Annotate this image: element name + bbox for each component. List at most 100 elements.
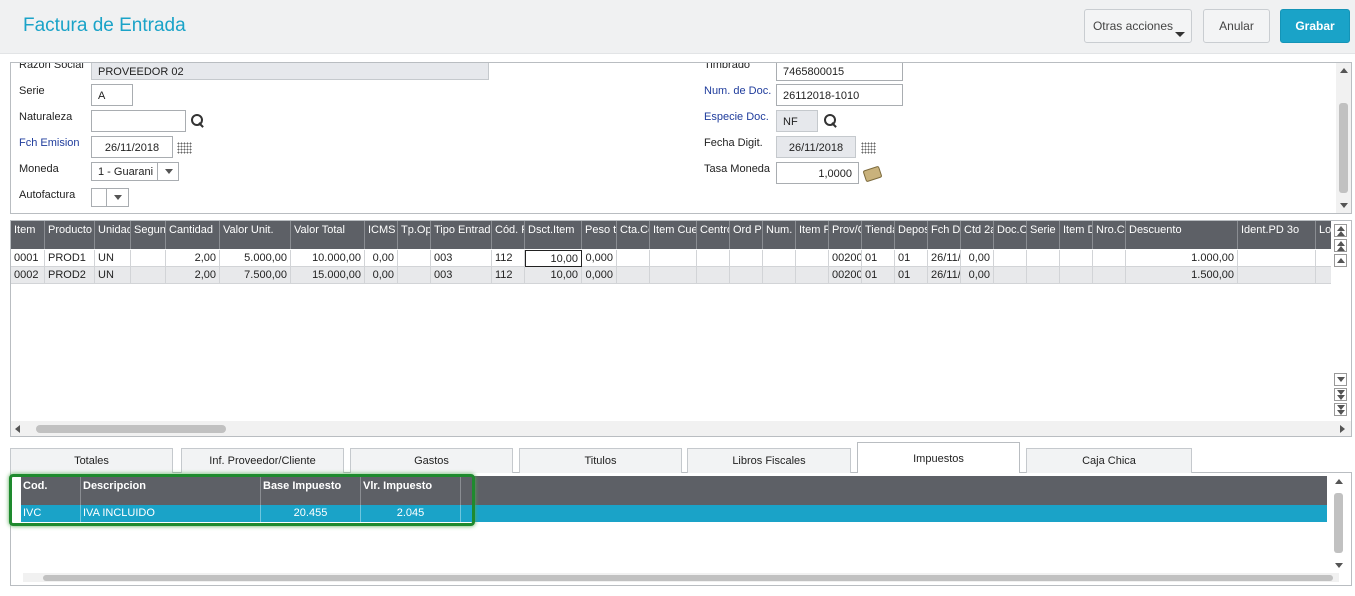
column-header[interactable]: Ident.PD 3o — [1238, 221, 1316, 249]
table-cell[interactable]: 1.500,00 — [1126, 267, 1238, 284]
table-cell[interactable]: UN — [95, 250, 131, 267]
column-header[interactable]: Serie ( — [1027, 221, 1060, 249]
table-cell[interactable]: 26/11/ — [928, 250, 961, 267]
column-header[interactable]: Descuento — [1126, 221, 1238, 249]
column-header[interactable]: Ord Pr — [730, 221, 763, 249]
column-header[interactable]: Centro — [697, 221, 730, 249]
table-cell[interactable] — [730, 250, 763, 267]
search-icon[interactable] — [824, 114, 838, 128]
tab-caja-chica[interactable]: Caja Chica — [1026, 448, 1192, 473]
money-icon[interactable] — [862, 165, 883, 183]
scroll-right-icon[interactable] — [1340, 425, 1345, 433]
tab-titulos[interactable]: Titulos — [519, 448, 682, 473]
scroll-down-icon[interactable] — [1340, 203, 1348, 208]
table-cell[interactable] — [994, 267, 1027, 284]
taxes-hscrollbar[interactable] — [23, 573, 1339, 582]
table-cell[interactable]: PROD1 — [45, 250, 95, 267]
column-header[interactable]: Vlr. Impuesto — [361, 476, 461, 505]
tab-totales[interactable]: Totales — [10, 448, 173, 473]
column-header[interactable]: Prov/C — [829, 221, 862, 249]
table-cell[interactable] — [697, 250, 730, 267]
tab-gastos[interactable]: Gastos — [350, 448, 513, 473]
table-cell[interactable]: 0,00 — [365, 267, 398, 284]
scroll-thumb[interactable] — [43, 575, 1333, 581]
table-cell[interactable]: 1.000,00 — [1126, 250, 1238, 267]
table-cell[interactable] — [1027, 267, 1060, 284]
autofactura-select[interactable] — [91, 188, 129, 207]
scroll-left-icon[interactable] — [15, 425, 20, 433]
column-header[interactable]: Tipo Entrada — [431, 221, 492, 249]
column-header[interactable]: Ctd 2a — [961, 221, 994, 249]
table-cell[interactable]: 00200 — [829, 250, 862, 267]
down-icon[interactable] — [1334, 373, 1347, 386]
column-header[interactable]: Dsct.Item — [525, 221, 582, 249]
column-header[interactable]: Doc.O — [994, 221, 1027, 249]
table-cell[interactable] — [994, 250, 1027, 267]
table-row[interactable]: IVC IVA INCLUIDO 20.455 2.045 — [21, 505, 1327, 522]
razon-social-field[interactable]: PROVEEDOR 02 — [91, 63, 489, 80]
table-cell[interactable] — [763, 267, 796, 284]
column-header[interactable]: Peso to — [582, 221, 617, 249]
tab-libros-fiscales[interactable]: Libros Fiscales — [687, 448, 851, 473]
table-cell[interactable]: 5.000,00 — [220, 250, 291, 267]
scroll-up-icon[interactable] — [1340, 68, 1348, 73]
table-cell[interactable] — [796, 267, 829, 284]
taxes-vscrollbar[interactable] — [1333, 479, 1345, 575]
timbrado-field[interactable]: 7465800015 — [776, 63, 903, 81]
table-cell[interactable]: 112 — [492, 250, 525, 267]
table-cell[interactable] — [131, 250, 166, 267]
table-cell[interactable] — [650, 267, 697, 284]
items-hscrollbar[interactable] — [11, 421, 1351, 436]
table-cell[interactable]: 0002 — [11, 267, 45, 284]
table-cell[interactable]: PROD2 — [45, 267, 95, 284]
search-icon[interactable] — [191, 114, 205, 128]
first-record-icon[interactable] — [1334, 224, 1347, 237]
scroll-down-icon[interactable] — [1335, 563, 1343, 568]
table-cell[interactable] — [1093, 250, 1126, 267]
tab-impuestos[interactable]: Impuestos — [857, 442, 1020, 474]
table-cell[interactable] — [1238, 250, 1316, 267]
table-cell[interactable] — [730, 267, 763, 284]
column-header[interactable]: Cta.Co — [617, 221, 650, 249]
table-cell[interactable]: 01 — [862, 250, 895, 267]
column-header[interactable]: Unidad — [95, 221, 131, 249]
table-cell[interactable]: 2,00 — [166, 267, 220, 284]
double-up-icon[interactable] — [1334, 239, 1347, 252]
double-down-icon[interactable] — [1334, 388, 1347, 401]
scroll-thumb[interactable] — [1334, 493, 1343, 553]
column-header[interactable]: Cód. F — [492, 221, 525, 249]
fecha-digit-field[interactable]: 26/11/2018 — [776, 136, 856, 158]
column-header[interactable]: Depos — [895, 221, 928, 249]
table-cell[interactable] — [763, 250, 796, 267]
table-row[interactable]: 0002 PROD2 UN 2,00 7.500,00 15.000,00 0,00 003 1… — [11, 267, 1333, 284]
table-cell[interactable]: UN — [95, 267, 131, 284]
scroll-up-icon[interactable] — [1335, 479, 1343, 484]
table-cell[interactable] — [617, 267, 650, 284]
table-cell[interactable] — [1060, 250, 1093, 267]
serie-field[interactable]: A — [91, 84, 133, 106]
column-header[interactable]: Num. F — [763, 221, 796, 249]
especie-doc-field[interactable]: NF — [776, 110, 818, 132]
table-cell[interactable]: 112 — [492, 267, 525, 284]
save-button[interactable]: Grabar — [1280, 9, 1350, 43]
table-cell[interactable]: 00200 — [829, 267, 862, 284]
column-header[interactable]: Item Pe — [796, 221, 829, 249]
table-row[interactable]: 0001 PROD1 UN 2,00 5.000,00 10.000,00 0,00 003 1… — [11, 250, 1333, 267]
tab-inf-proveedor-cliente[interactable]: Inf. Proveedor/Cliente — [181, 448, 344, 473]
table-cell[interactable]: 0,00 — [961, 267, 994, 284]
table-cell[interactable]: 01 — [895, 267, 928, 284]
table-cell[interactable]: 0,00 — [365, 250, 398, 267]
column-header[interactable]: Item De — [1060, 221, 1093, 249]
table-cell[interactable] — [650, 250, 697, 267]
tasa-moneda-field[interactable]: 1,0000 — [776, 162, 859, 184]
column-header[interactable]: Item Cuen — [650, 221, 697, 249]
column-header[interactable]: Valor Unit. — [220, 221, 291, 249]
table-cell[interactable]: 01 — [895, 250, 928, 267]
column-header[interactable]: Cantidad — [166, 221, 220, 249]
column-header[interactable]: Item — [11, 221, 45, 249]
calendar-icon[interactable] — [177, 142, 192, 154]
table-cell[interactable]: 2,00 — [166, 250, 220, 267]
column-header[interactable]: Base Impuesto — [261, 476, 361, 505]
table-cell[interactable] — [1238, 267, 1316, 284]
table-cell[interactable]: 15.000,00 — [291, 267, 365, 284]
